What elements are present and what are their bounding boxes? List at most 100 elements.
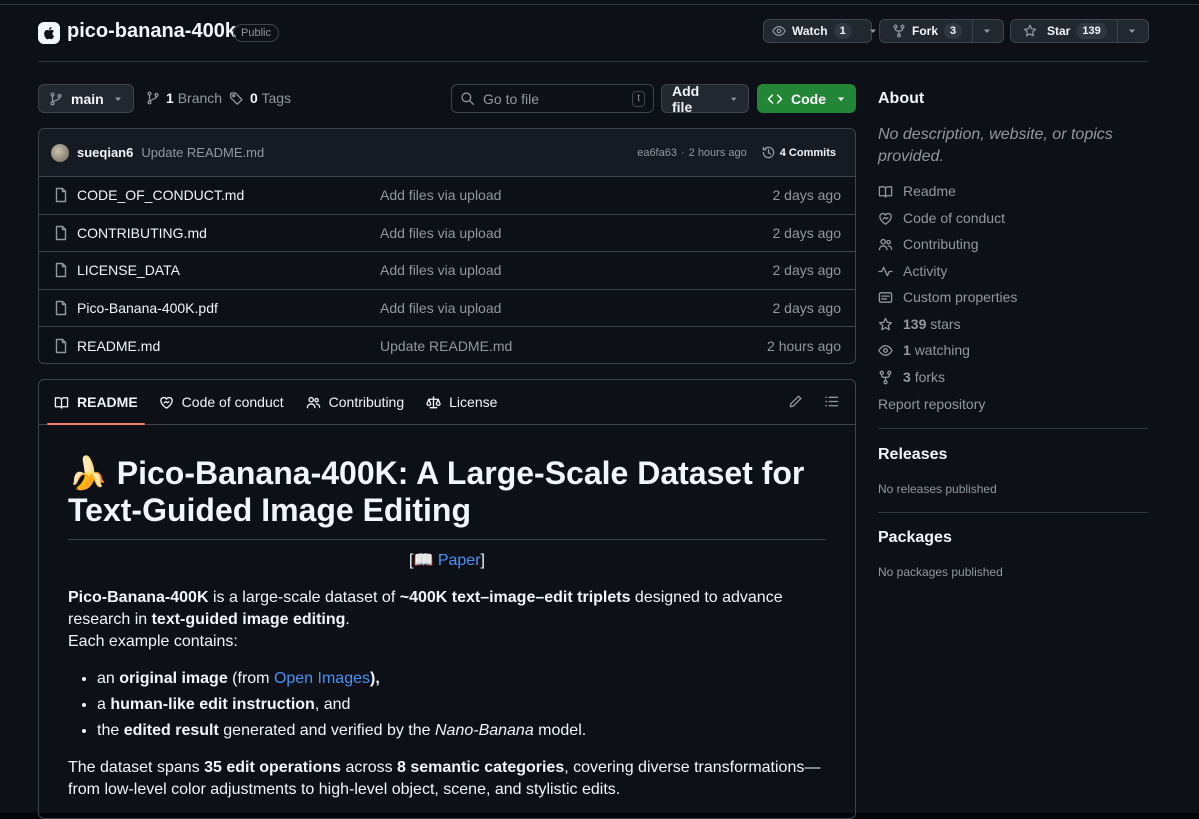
paper-link[interactable]: Paper xyxy=(438,552,481,569)
file-commit-message[interactable]: Add files via upload xyxy=(380,187,501,203)
readme-tab-contributing[interactable]: Contributing xyxy=(299,380,412,424)
star-icon xyxy=(1023,24,1037,37)
paper-bracket-close: ] xyxy=(480,552,485,569)
readme-tab-label: README xyxy=(77,394,138,410)
fork-icon xyxy=(893,24,905,38)
caret-down-icon xyxy=(730,97,737,101)
watch-count: 1 xyxy=(833,23,852,39)
commits-link[interactable]: 4 Commits xyxy=(761,145,836,160)
readme-tab-label: Code of conduct xyxy=(181,394,284,410)
about-link-count: 3 xyxy=(903,369,911,385)
repo-name-link[interactable]: pico-banana-400k xyxy=(67,20,236,43)
about-link-stars[interactable]: 139 stars xyxy=(878,316,961,332)
paper-line: [📖 Paper] xyxy=(68,550,826,572)
search-placeholder: Go to file xyxy=(483,90,540,107)
caret-down-icon xyxy=(984,29,991,33)
history-icon xyxy=(762,146,774,159)
file-commit-message[interactable]: Add files via upload xyxy=(380,225,501,241)
packages-heading[interactable]: Packages xyxy=(878,529,952,547)
readme-title-text: Pico-Banana-400K: A Large-Scale Dataset … xyxy=(68,455,805,528)
code-of-conduct-icon xyxy=(159,396,173,409)
readme-tab-label: License xyxy=(449,394,498,410)
file-name-link[interactable]: LICENSE_DATA xyxy=(77,262,180,278)
about-link-forks[interactable]: 3 forks xyxy=(878,369,945,385)
file-name-link[interactable]: README.md xyxy=(77,338,160,354)
about-link-label: Readme xyxy=(903,183,956,199)
search-icon xyxy=(461,92,474,105)
repo-owner-avatar[interactable] xyxy=(38,22,60,44)
sidebar-divider xyxy=(878,428,1148,429)
people-icon xyxy=(306,396,320,408)
releases-heading[interactable]: Releases xyxy=(878,446,947,464)
file-commit-message[interactable]: Add files via upload xyxy=(380,300,501,316)
caret-down-icon xyxy=(869,29,876,33)
people-icon xyxy=(878,238,893,250)
author-avatar[interactable] xyxy=(51,143,69,162)
about-link-count: 1 xyxy=(903,342,911,358)
file-date: 2 days ago xyxy=(772,299,842,316)
file-row[interactable]: README.md Update README.md 2 hours ago xyxy=(39,327,855,363)
about-link-contributing[interactable]: Contributing xyxy=(878,236,979,252)
code-label: Code xyxy=(791,90,826,107)
summary-paragraph: The dataset spans 35 edit operations acr… xyxy=(68,759,821,798)
fork-dropdown[interactable] xyxy=(973,20,1001,42)
readme-tab-code-of-conduct[interactable]: Code of conduct xyxy=(152,380,291,424)
eye-icon xyxy=(878,344,893,356)
about-link-count: 139 xyxy=(903,316,927,332)
file-name-link[interactable]: Pico-Banana-400K.pdf xyxy=(77,300,218,316)
open-images-link[interactable]: Open Images xyxy=(274,670,370,687)
commit-separator: · xyxy=(680,146,685,159)
readme-tab-license[interactable]: License xyxy=(419,380,504,424)
commit-hash[interactable]: ea6fa63 xyxy=(637,147,677,159)
edit-button[interactable] xyxy=(788,394,803,409)
about-link-code-of-conduct[interactable]: Code of conduct xyxy=(878,210,1005,226)
about-link-label: forks xyxy=(914,369,946,385)
caret-down-icon xyxy=(1128,29,1135,33)
file-row[interactable]: CODE_OF_CONDUCT.md Add files via upload 2 … xyxy=(39,177,855,215)
branch-selector[interactable]: main xyxy=(38,84,134,113)
file-row[interactable]: LICENSE_DATA Add files via upload 2 days a… xyxy=(39,252,855,290)
about-link-readme[interactable]: Readme xyxy=(878,183,956,199)
tags-link[interactable]: 0 Tags xyxy=(229,90,291,106)
intro-bold-1: ~400K text–image–edit triplets xyxy=(399,589,631,606)
file-name-link[interactable]: CODE_OF_CONDUCT.md xyxy=(77,187,244,203)
book-icon xyxy=(878,185,893,198)
fork-count: 3 xyxy=(944,23,963,39)
branches-count: 1 xyxy=(166,90,174,106)
add-file-button[interactable]: Add file xyxy=(661,83,749,115)
file-name-link[interactable]: CONTRIBUTING.md xyxy=(77,225,207,241)
report-repository-link[interactable]: Report repository xyxy=(878,396,985,412)
readme-tab-readme[interactable]: README xyxy=(47,380,145,425)
outline-button[interactable] xyxy=(824,394,839,409)
about-link-custom-properties[interactable]: Custom properties xyxy=(878,289,1017,305)
commit-author[interactable]: sueqian6 xyxy=(77,145,133,160)
branches-link[interactable]: 1 Branch xyxy=(146,90,222,106)
file-row[interactable]: CONTRIBUTING.md Add files via upload 2 day… xyxy=(39,215,855,252)
about-heading: About xyxy=(878,90,925,107)
about-link-activity[interactable]: Activity xyxy=(878,263,947,279)
file-icon xyxy=(55,300,67,315)
about-link-watching[interactable]: 1 watching xyxy=(878,342,970,358)
watch-label: Watch xyxy=(792,24,828,38)
packages-text: No packages published xyxy=(878,565,1003,579)
releases-text: No releases published xyxy=(878,482,997,496)
pulse-icon xyxy=(878,266,893,276)
star-button[interactable]: Star 139 xyxy=(1010,19,1149,43)
go-to-file-search[interactable]: Go to file t xyxy=(451,84,654,113)
watch-button[interactable]: Watch 1 xyxy=(763,19,876,43)
book-emoji: 📖 xyxy=(413,552,434,569)
file-row[interactable]: Pico-Banana-400K.pdf Add files via upload… xyxy=(39,290,855,327)
file-commit-message[interactable]: Update README.md xyxy=(380,338,512,354)
readme-panel: README Code of conduct Contributing License… xyxy=(38,379,856,819)
tags-count: 0 xyxy=(250,90,258,106)
star-dropdown[interactable] xyxy=(1118,20,1146,42)
commit-message[interactable]: Update README.md xyxy=(141,145,264,160)
fork-button[interactable]: Fork 3 xyxy=(879,19,1004,43)
code-button[interactable]: Code xyxy=(757,84,856,113)
intro-text-4: Each example contains: xyxy=(68,633,238,650)
example-contents-list: an original image (from Open Images), a … xyxy=(68,668,826,742)
file-commit-message[interactable]: Add files via upload xyxy=(380,262,501,278)
code-brackets-icon xyxy=(767,93,783,104)
caret-down-icon xyxy=(838,97,844,101)
eye-icon xyxy=(772,26,786,36)
